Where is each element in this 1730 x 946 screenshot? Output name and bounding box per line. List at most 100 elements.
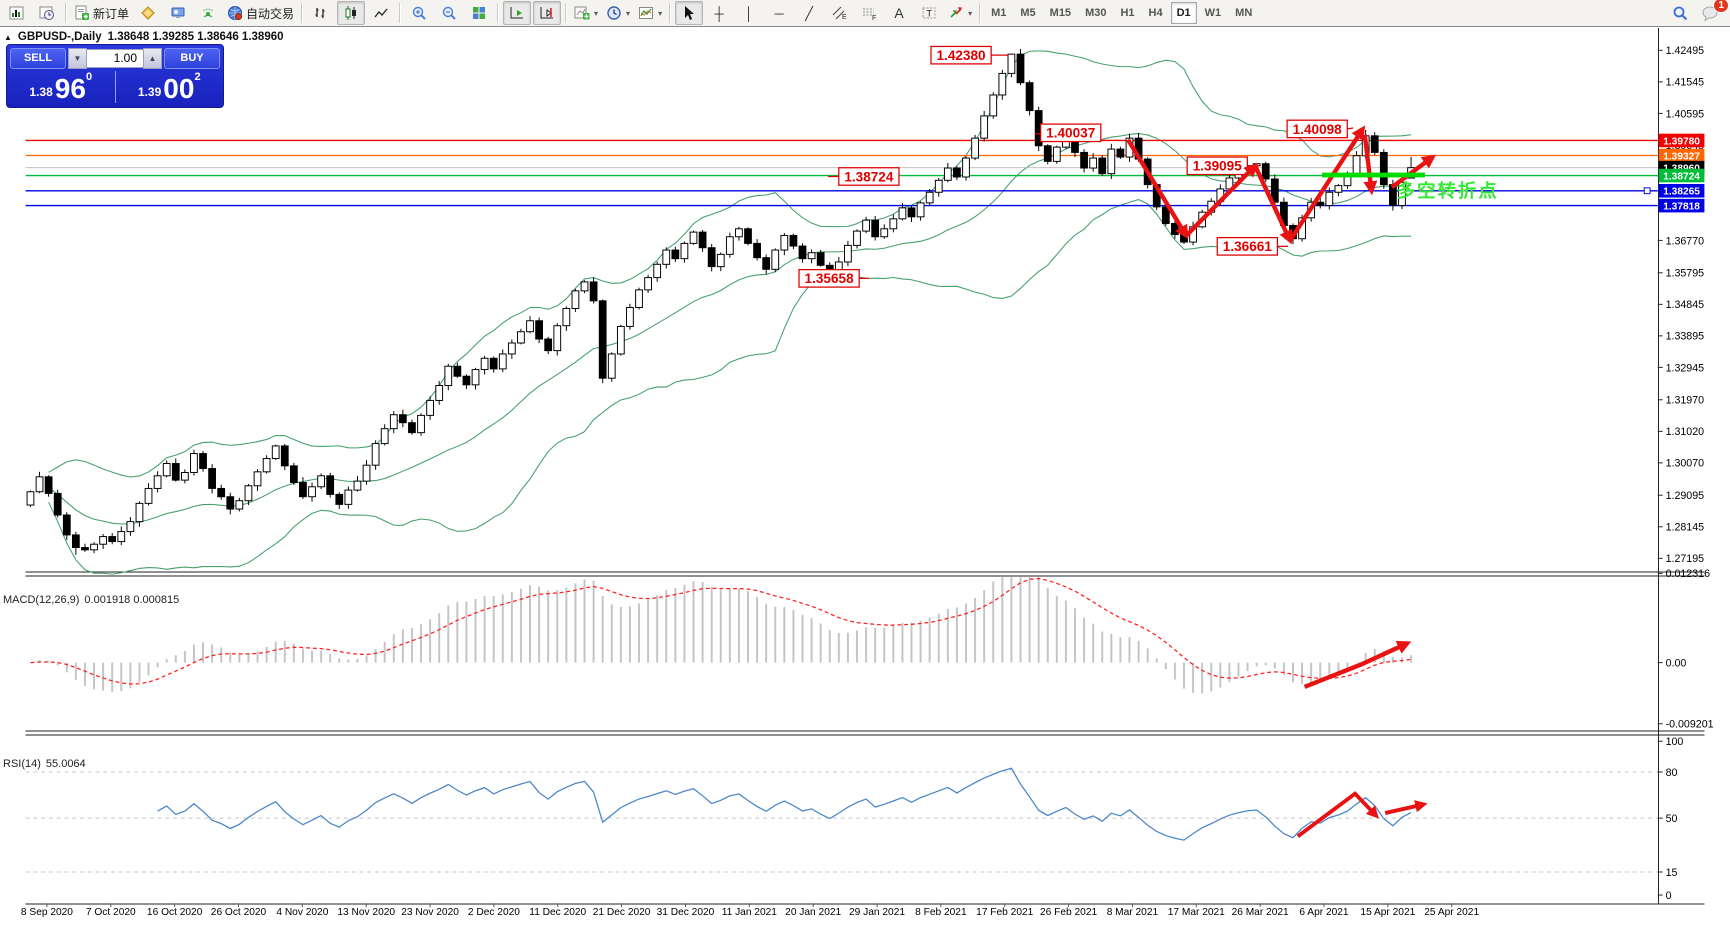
- svg-text:1.39095: 1.39095: [1193, 159, 1243, 174]
- timeframe-button-m15[interactable]: M15: [1044, 2, 1077, 24]
- buy-price-main: 00: [163, 76, 194, 102]
- sell-price-pip: 0: [86, 71, 92, 83]
- text-tool-button[interactable]: A: [885, 1, 913, 25]
- svg-text:1.36661: 1.36661: [1223, 239, 1273, 254]
- svg-text:26 Oct 2020: 26 Oct 2020: [211, 907, 267, 918]
- search-button[interactable]: [1666, 1, 1694, 25]
- autotrading-icon: [227, 5, 243, 21]
- zoom-in-button[interactable]: [405, 1, 433, 25]
- timeframe-button-m30[interactable]: M30: [1079, 2, 1112, 24]
- svg-text:80: 80: [1666, 767, 1678, 779]
- fibonacci-tool-button[interactable]: F: [855, 1, 883, 25]
- signals-button[interactable]: [194, 1, 222, 25]
- svg-text:1.28145: 1.28145: [1666, 522, 1705, 534]
- terminal-button[interactable]: [164, 1, 192, 25]
- dropdown-caret: ▾: [594, 9, 598, 18]
- rsi-plot: [26, 768, 1658, 872]
- volume-input[interactable]: 1.00: [87, 49, 143, 68]
- macd-axis: 0.0123160.00-0.009201: [1658, 568, 1714, 730]
- new-chart-button[interactable]: [3, 1, 31, 25]
- bar-chart-icon: [313, 5, 329, 21]
- svg-text:1.36770: 1.36770: [1666, 235, 1705, 247]
- cursor-tool-button[interactable]: [675, 1, 703, 25]
- svg-text:1.39327: 1.39327: [1663, 151, 1700, 162]
- profiles-button[interactable]: [33, 1, 61, 25]
- timeframe-button-d1[interactable]: D1: [1171, 2, 1197, 24]
- terminal-icon: [170, 5, 186, 21]
- crosshair-icon: ┼: [714, 7, 723, 20]
- metaeditor-icon: [140, 5, 156, 21]
- svg-text:26 Mar 2021: 26 Mar 2021: [1232, 907, 1289, 918]
- svg-text:15: 15: [1666, 867, 1678, 879]
- buy-price-pip: 2: [194, 71, 200, 83]
- zoom-out-button[interactable]: [435, 1, 463, 25]
- chart-ohlc-readout: 1.38648 1.39285 1.38646 1.38960: [108, 31, 284, 43]
- search-icon: [1672, 5, 1689, 22]
- svg-text:0.00: 0.00: [1666, 658, 1687, 670]
- buy-price-display[interactable]: 1.39 00 2: [116, 69, 224, 105]
- line-chart-button[interactable]: [367, 1, 395, 25]
- toolbar-separator: [497, 3, 499, 23]
- svg-text:E: E: [842, 14, 847, 21]
- candlestick-chart-icon: [343, 5, 359, 21]
- rsi-indicator-label: RSI(14)55.0064: [3, 758, 91, 770]
- timeframe-button-w1[interactable]: W1: [1199, 2, 1228, 24]
- indicators-button[interactable]: ▾: [571, 1, 601, 25]
- volume-decrease-button[interactable]: ▼: [68, 48, 87, 69]
- chart-canvas[interactable]: 1.424951.415451.405951.396451.386951.377…: [0, 28, 1730, 946]
- new-order-button[interactable]: 新订单: [71, 1, 132, 25]
- chart-window: 1.424951.415451.405951.396451.386951.377…: [0, 28, 1730, 946]
- timeframe-button-m1[interactable]: M1: [985, 2, 1012, 24]
- toolbar-separator: [979, 3, 981, 23]
- svg-text:1.31020: 1.31020: [1666, 426, 1705, 438]
- svg-text:15 Apr 2021: 15 Apr 2021: [1360, 907, 1415, 918]
- volume-increase-button[interactable]: ▲: [143, 48, 162, 69]
- sell-button[interactable]: SELL: [10, 48, 66, 69]
- horizontal-line-tool-button[interactable]: ─: [765, 1, 793, 25]
- sell-price-display[interactable]: 1.38 96 0: [7, 69, 115, 105]
- svg-text:26 Feb 2021: 26 Feb 2021: [1040, 907, 1097, 918]
- trendline-tool-button[interactable]: ╱: [795, 1, 823, 25]
- autotrading-label: 自动交易: [246, 5, 294, 22]
- buy-button[interactable]: BUY: [164, 48, 220, 69]
- crosshair-tool-button[interactable]: ┼: [705, 1, 733, 25]
- timeframe-button-m5[interactable]: M5: [1014, 2, 1041, 24]
- annotation-text: 多空转折点: [1397, 180, 1499, 201]
- rsi-line: [158, 768, 1411, 840]
- sell-price-prefix: 1.38: [29, 85, 52, 99]
- metaeditor-button[interactable]: [134, 1, 162, 25]
- timeframe-button-h1[interactable]: H1: [1114, 2, 1140, 24]
- periods-button[interactable]: ▾: [603, 1, 633, 25]
- svg-text:7 Oct 2020: 7 Oct 2020: [86, 907, 136, 918]
- rsi-value: 55.0064: [46, 758, 86, 770]
- text-icon: A: [894, 6, 903, 20]
- collapse-one-click-icon[interactable]: ▲: [4, 33, 12, 42]
- candlestick-chart-button[interactable]: [337, 1, 365, 25]
- autoscroll-button[interactable]: [503, 1, 531, 25]
- cursor-icon: [681, 5, 697, 21]
- shapes-tool-button[interactable]: ▾: [945, 1, 975, 25]
- timeframe-button-mn[interactable]: MN: [1229, 2, 1258, 24]
- svg-text:1.38724: 1.38724: [844, 169, 894, 184]
- notifications-button[interactable]: 1: [1696, 1, 1724, 25]
- text-label-tool-button[interactable]: T: [915, 1, 943, 25]
- fibonacci-icon: F: [861, 5, 877, 21]
- vertical-line-icon: │: [745, 7, 753, 20]
- svg-text:1.35795: 1.35795: [1666, 268, 1705, 280]
- timeframe-toolbar: M1M5M15M30H1H4D1W1MN: [984, 2, 1259, 24]
- dropdown-caret: ▾: [658, 9, 662, 18]
- chart-shift-button[interactable]: [533, 1, 561, 25]
- date-axis[interactable]: 8 Sep 20207 Oct 202016 Oct 202026 Oct 20…: [21, 903, 1480, 918]
- timeframe-button-h4[interactable]: H4: [1143, 2, 1169, 24]
- autotrading-button[interactable]: 自动交易: [224, 1, 297, 25]
- rsi-arrows: [1298, 794, 1424, 837]
- text-label-icon: T: [921, 5, 937, 21]
- vertical-line-tool-button[interactable]: │: [735, 1, 763, 25]
- bar-chart-button[interactable]: [307, 1, 335, 25]
- templates-button[interactable]: ▾: [635, 1, 665, 25]
- indicators-icon: [574, 5, 590, 21]
- svg-text:8 Sep 2020: 8 Sep 2020: [21, 907, 73, 918]
- tile-windows-button[interactable]: [465, 1, 493, 25]
- toolbar-separator: [399, 3, 401, 23]
- channel-tool-button[interactable]: E: [825, 1, 853, 25]
